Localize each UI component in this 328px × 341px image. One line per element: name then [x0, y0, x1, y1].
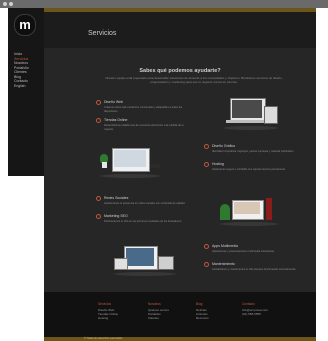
- footer-heading: Servicios: [98, 302, 111, 306]
- sidebar-item-english[interactable]: English: [14, 84, 29, 89]
- monitor-illustration: [100, 148, 160, 184]
- service-bullet-icon: [96, 100, 101, 105]
- sidebar-nav: Inicio Servicios Nosotros Portafolio Cli…: [14, 52, 29, 88]
- intro-text: Nuestro equipo está preparado para desar…: [105, 76, 283, 84]
- feature-title: Diseño Gráfico: [212, 144, 236, 148]
- main-content: Servicios Sabes qué podemos ayudarte? Nu…: [44, 8, 316, 341]
- feature-title: Tiendas Online: [104, 118, 128, 122]
- copyright-text: © Todos los derechos reservados: [84, 337, 123, 340]
- service-bullet-icon: [204, 144, 209, 149]
- service-bullet-icon: [96, 196, 101, 201]
- feature-text: Desarrollamos plataformas de comercio el…: [104, 124, 184, 131]
- intro-heading: Sabes qué podemos ayudarte?: [139, 68, 221, 74]
- footer-column: Servicios Diseño Web Tiendas Online Host…: [98, 302, 154, 321]
- feature-title: Hosting: [212, 162, 224, 166]
- page-title: Servicios: [88, 30, 117, 37]
- service-bullet-icon: [204, 262, 209, 267]
- page-header: Servicios: [44, 12, 316, 48]
- feature-title: Diseño Web: [104, 100, 124, 104]
- feature-text: Posicionamos tu sitio en los primeros re…: [104, 220, 182, 223]
- window-dot-icon[interactable]: [3, 2, 7, 6]
- feature-text: Aplicaciones y presentaciones multimedia…: [212, 250, 275, 253]
- service-bullet-icon: [96, 214, 101, 219]
- feature-text: Gestionamos tu presencia en redes social…: [104, 202, 186, 205]
- shop-illustration: [220, 194, 280, 230]
- footer-link[interactable]: Hosting: [98, 316, 154, 320]
- sidebar-item-contacto[interactable]: Contacto: [14, 79, 29, 84]
- sidebar-item-nosotros[interactable]: Nosotros: [14, 61, 29, 66]
- footer: Servicios Diseño Web Tiendas Online Host…: [44, 292, 316, 337]
- window-titlebar: [0, 0, 328, 8]
- multimedia-illustration: [114, 244, 178, 280]
- feature-text: Identidad corporativa, logotipos, piezas…: [212, 150, 295, 153]
- sidebar: m Inicio Servicios Nosotros Portafolio C…: [8, 8, 44, 176]
- sidebar-item-clientes[interactable]: Clientes: [14, 70, 29, 75]
- feature-title: Apps Multimedia: [212, 244, 238, 248]
- feature-title: Mantenimiento: [212, 262, 235, 266]
- footer-heading: Contacto: [242, 302, 255, 306]
- devices-illustration: [220, 96, 280, 132]
- service-bullet-icon: [204, 244, 209, 249]
- footer-column: Contacto info@empresa.com (01) 555-5555: [242, 302, 298, 316]
- footer-link[interactable]: Recursos: [196, 316, 252, 320]
- copyright-bar: © Todos los derechos reservados: [44, 337, 316, 341]
- service-bullet-icon: [204, 162, 209, 167]
- feature-text: Creamos sitios web modernos, funcionales…: [104, 106, 183, 113]
- logo[interactable]: m: [14, 14, 36, 36]
- feature-text: Alojamiento seguro y confiable con sopor…: [212, 168, 286, 171]
- feature-title: Marketing SEO: [104, 214, 128, 218]
- window-dot-icon[interactable]: [9, 2, 13, 6]
- browser-window: m Inicio Servicios Nosotros Portafolio C…: [0, 0, 328, 341]
- feature-title: Redes Sociales: [104, 196, 129, 200]
- feature-text: Actualizamos y mantenemos tu sitio siemp…: [212, 268, 297, 271]
- service-bullet-icon: [96, 118, 101, 123]
- footer-link[interactable]: (01) 555-5555: [242, 312, 298, 316]
